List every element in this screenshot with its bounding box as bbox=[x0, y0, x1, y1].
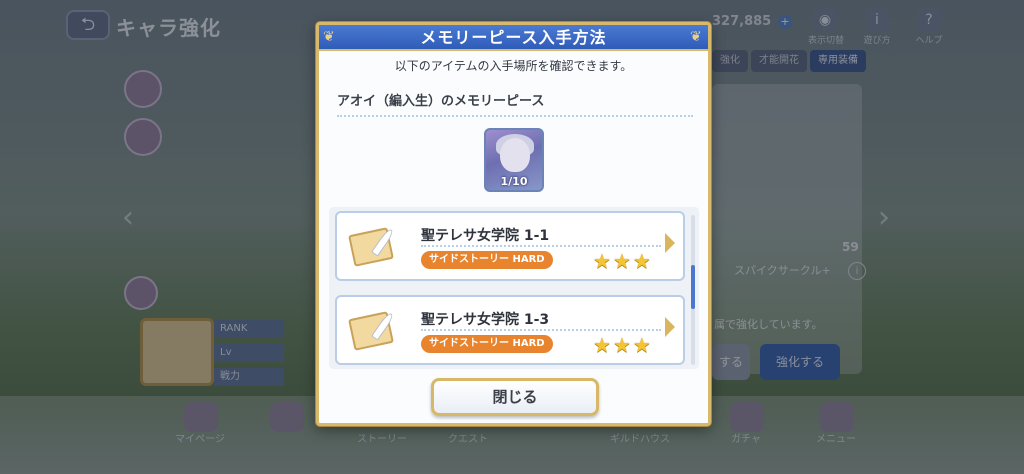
quest-name: 聖テレサ女学院 1-1 bbox=[421, 228, 550, 244]
star-icon: ★ bbox=[612, 249, 631, 273]
quest-category-badge: サイドストーリー HARD bbox=[421, 251, 553, 269]
dialog-subtitle: 以下のアイテムの入手場所を確認できます。 bbox=[394, 59, 633, 73]
star-icon: ★ bbox=[632, 249, 651, 273]
quest-category-badge: サイドストーリー HARD bbox=[421, 335, 553, 353]
quest-divider bbox=[421, 329, 661, 331]
dialog-header: ❦ メモリーピース入手方法 ❦ bbox=[319, 25, 708, 51]
star-icon: ★ bbox=[632, 333, 651, 357]
star-icon: ★ bbox=[593, 333, 611, 357]
memory-piece-dialog: ❦ メモリーピース入手方法 ❦ 以下のアイテムの入手場所を確認できます。 アオイ… bbox=[316, 22, 711, 426]
quest-scroll-icon bbox=[348, 309, 401, 353]
character-face-shape bbox=[500, 138, 530, 172]
star-icon: ★ bbox=[612, 333, 631, 357]
piece-count: 1/10 bbox=[500, 175, 528, 188]
star-icon: ★ bbox=[593, 249, 611, 273]
quest-stars: ★ ★ ★ bbox=[593, 335, 651, 355]
quest-list-item[interactable]: 聖テレサ女学院 1-1 サイドストーリー HARD ★ ★ ★ bbox=[335, 211, 685, 281]
quest-list-item[interactable]: 聖テレサ女学院 1-3 サイドストーリー HARD ★ ★ ★ bbox=[335, 295, 685, 365]
scrollbar-thumb[interactable] bbox=[691, 265, 695, 309]
quest-list: 聖テレサ女学院 1-1 サイドストーリー HARD ★ ★ ★ 聖テレサ女学院 … bbox=[329, 207, 699, 369]
item-name: アオイ（編入生）のメモリーピース bbox=[337, 94, 545, 109]
quest-divider bbox=[421, 245, 661, 247]
quest-scroll-icon bbox=[348, 225, 401, 269]
quest-name: 聖テレサ女学院 1-3 bbox=[421, 312, 550, 328]
divider bbox=[337, 115, 693, 117]
close-button[interactable]: 閉じる bbox=[431, 378, 599, 416]
dialog-title: メモリーピース入手方法 bbox=[420, 28, 607, 47]
ornament-right-icon: ❦ bbox=[690, 29, 702, 45]
memory-piece-icon: 1/10 bbox=[484, 128, 544, 192]
quest-stars: ★ ★ ★ bbox=[593, 251, 651, 271]
go-arrow-icon[interactable] bbox=[665, 233, 675, 253]
go-arrow-icon[interactable] bbox=[665, 317, 675, 337]
